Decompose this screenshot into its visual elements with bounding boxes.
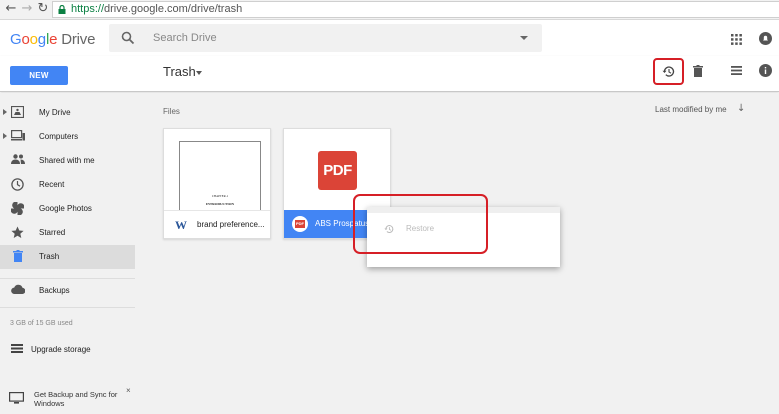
computers-icon	[11, 130, 25, 141]
sidebar-item-computers[interactable]: Computers	[0, 125, 135, 149]
section-label: Files	[163, 107, 180, 116]
info-icon[interactable]	[759, 64, 772, 77]
my-drive-icon	[11, 106, 24, 118]
sidebar-item-starred[interactable]: Starred	[0, 221, 135, 245]
notifications-icon[interactable]	[759, 32, 772, 45]
sidebar-item-label: My Drive	[39, 108, 71, 117]
sidebar-item-label: Trash	[39, 252, 60, 261]
file-thumbnail: CHAPTER-1 INTRODUCTION	[164, 129, 270, 210]
toolbar: NEW Trash	[0, 56, 779, 92]
product-name: Drive	[61, 31, 96, 48]
promo-text: Get Backup and Sync for Windows	[34, 390, 118, 408]
photos-icon	[11, 202, 24, 215]
sidebar-item-shared-with-me[interactable]: Shared with me	[0, 149, 135, 173]
app-header: Google Drive	[0, 20, 779, 56]
storage-icon	[11, 344, 23, 353]
delete-forever-icon[interactable]	[693, 65, 703, 77]
file-name: brand preference...	[197, 220, 265, 229]
thumbnail-text: CHAPTER-1	[211, 194, 229, 198]
apps-grid-icon[interactable]	[731, 34, 742, 45]
logo-letter: G	[10, 31, 22, 48]
storage-usage: 3 GB of 15 GB used	[10, 320, 73, 327]
url-path: drive.google.com/drive/trash	[104, 3, 243, 15]
browser-toolbar: ← → ↻ https://drive.google.com/drive/tra…	[0, 0, 779, 20]
sort-dropdown[interactable]: Last modified by me	[655, 105, 727, 114]
upgrade-storage-link[interactable]: Upgrade storage	[0, 339, 135, 359]
context-menu-highlight	[353, 194, 488, 254]
new-button[interactable]: NEW	[10, 66, 68, 85]
logo-letter: o	[21, 31, 30, 48]
search-options-icon[interactable]	[520, 36, 528, 40]
google-drive-logo[interactable]: Google Drive	[10, 31, 95, 48]
logo-letter: g	[37, 31, 46, 48]
sidebar-item-label: Starred	[39, 228, 66, 237]
breadcrumb-trash[interactable]: Trash	[163, 64, 196, 79]
word-doc-icon: W	[175, 218, 187, 232]
back-icon[interactable]: ←	[3, 1, 19, 17]
sidebar-item-label: Recent	[39, 180, 65, 189]
url-scheme: https://	[71, 3, 105, 15]
close-icon[interactable]: ×	[126, 386, 131, 395]
logo-letter: e	[49, 31, 58, 48]
desktop-icon	[9, 392, 24, 404]
clock-icon	[11, 178, 24, 191]
sidebar-item-recent[interactable]: Recent	[0, 173, 135, 197]
pdf-icon: PDF	[318, 151, 357, 190]
shared-icon	[11, 154, 25, 164]
reload-icon[interactable]: ↻	[35, 1, 51, 17]
document-preview: CHAPTER-1 INTRODUCTION	[179, 141, 261, 210]
trash-icon	[13, 250, 23, 262]
expand-arrow-icon[interactable]	[3, 133, 7, 139]
list-view-icon[interactable]	[731, 66, 742, 75]
sidebar-item-my-drive[interactable]: My Drive	[0, 101, 135, 125]
thumbnail-text: INTRODUCTION	[205, 202, 234, 206]
sidebar-item-label: Computers	[39, 132, 79, 141]
expand-arrow-icon[interactable]	[3, 109, 7, 115]
sidebar: My Drive Computers Shared with me Recent…	[0, 93, 135, 414]
search-icon[interactable]	[121, 31, 135, 45]
sort-direction-icon[interactable]: ↓	[737, 103, 745, 114]
sidebar-item-google-photos[interactable]: Google Photos	[0, 197, 135, 221]
logo-letter: o	[29, 31, 38, 48]
search-input[interactable]	[153, 24, 503, 52]
divider	[0, 307, 135, 308]
sidebar-item-backups[interactable]: Backups	[0, 279, 135, 303]
sidebar-item-label: Google Photos	[39, 204, 92, 213]
address-bar[interactable]: https://drive.google.com/drive/trash	[52, 1, 779, 18]
sidebar-item-label: Backups	[39, 286, 70, 295]
upgrade-storage-label: Upgrade storage	[31, 345, 91, 354]
cloud-icon	[11, 284, 25, 294]
file-card[interactable]: CHAPTER-1 INTRODUCTION W brand preferenc…	[163, 128, 271, 239]
sidebar-item-label: Shared with me	[39, 156, 95, 165]
file-card-footer: W brand preference...	[164, 210, 270, 238]
chevron-down-icon[interactable]	[196, 71, 202, 75]
restore-button-highlight	[653, 58, 684, 85]
sidebar-item-trash[interactable]: Trash	[0, 245, 135, 269]
lock-icon	[58, 5, 66, 14]
pdf-badge-icon: PDF	[292, 216, 308, 232]
pdf-badge-label: PDF	[295, 220, 305, 228]
main-content: Files Last modified by me ↓ CHAPTER-1 IN…	[135, 93, 779, 414]
search-box[interactable]	[109, 24, 542, 52]
backup-sync-promo[interactable]: Get Backup and Sync for Windows ×	[0, 386, 135, 414]
star-icon	[11, 226, 24, 238]
forward-icon[interactable]: →	[19, 1, 35, 17]
